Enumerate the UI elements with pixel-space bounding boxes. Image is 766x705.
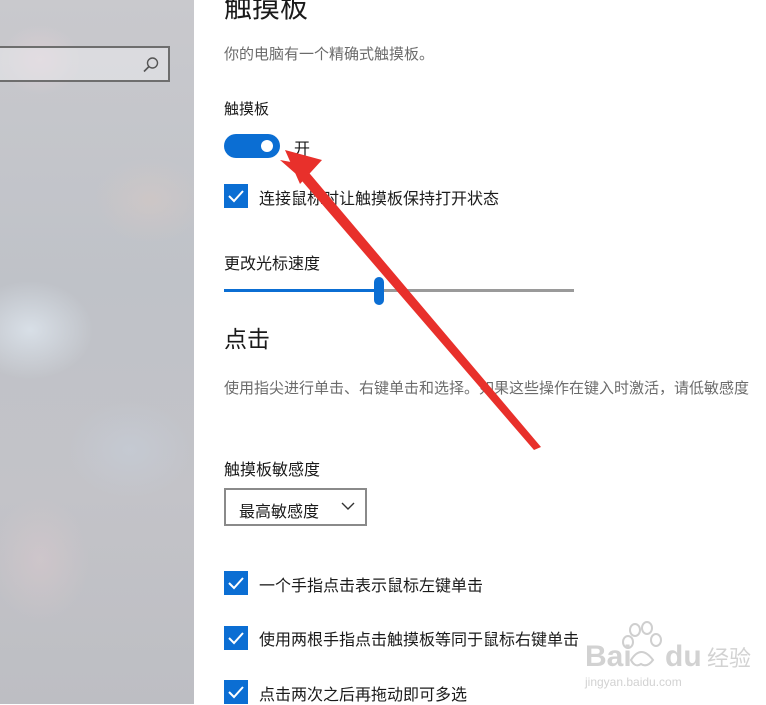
touchpad-section-label: 触摸板 [224,100,270,118]
keep-touchpad-on-checkbox[interactable] [224,184,248,208]
chevron-down-icon [341,502,355,510]
touchpad-sensitivity-dropdown[interactable]: 最高敏感度 [224,488,367,526]
sensitivity-selected-value: 最高敏感度 [239,502,320,521]
checkmark-icon [228,577,244,590]
taps-heading: 点击 [224,327,270,353]
keep-touchpad-on-label: 连接鼠标时让触摸板保持打开状态 [259,189,500,208]
checkmark-icon [228,686,244,699]
search-input[interactable] [0,46,170,82]
two-finger-tap-label: 使用两根手指点击触摸板等同于鼠标右键单击 [259,630,580,649]
touchpad-toggle[interactable] [224,134,280,158]
page-title: 触摸板 [224,0,309,24]
baidu-watermark: Bai du 经验 jingyan.baidu.com [584,621,751,689]
watermark-url: jingyan.baidu.com [584,675,682,689]
taps-description: 使用指尖进行单击、右键单击和选择。如果这些操作在键入时激活，请低敏感度 [224,379,750,397]
checkmark-icon [228,190,244,203]
one-finger-tap-checkbox[interactable] [224,571,248,595]
cursor-speed-slider-filled[interactable] [224,289,380,292]
tap-twice-drag-label: 点击两次之后再拖动即可多选 [259,685,468,704]
cursor-speed-slider-track[interactable] [380,289,574,292]
cursor-speed-slider-thumb[interactable] [374,277,384,305]
two-finger-tap-checkbox[interactable] [224,626,248,650]
search-icon[interactable] [142,56,160,74]
checkmark-icon [228,632,244,645]
watermark-brand-2: du [665,640,702,673]
toggle-knob [261,140,273,152]
touchpad-sensitivity-label: 触摸板敏感度 [224,460,321,479]
tap-twice-drag-checkbox[interactable] [224,680,248,704]
sidebar [0,0,194,704]
cursor-speed-label: 更改光标速度 [224,254,321,273]
watermark-brand: Bai [585,640,632,673]
page-description: 你的电脑有一个精确式触摸板。 [224,45,435,63]
toggle-state-label: 开 [294,139,311,158]
watermark-site-cn: 经验 [707,647,751,672]
one-finger-tap-label: 一个手指点击表示鼠标左键单击 [259,576,484,595]
